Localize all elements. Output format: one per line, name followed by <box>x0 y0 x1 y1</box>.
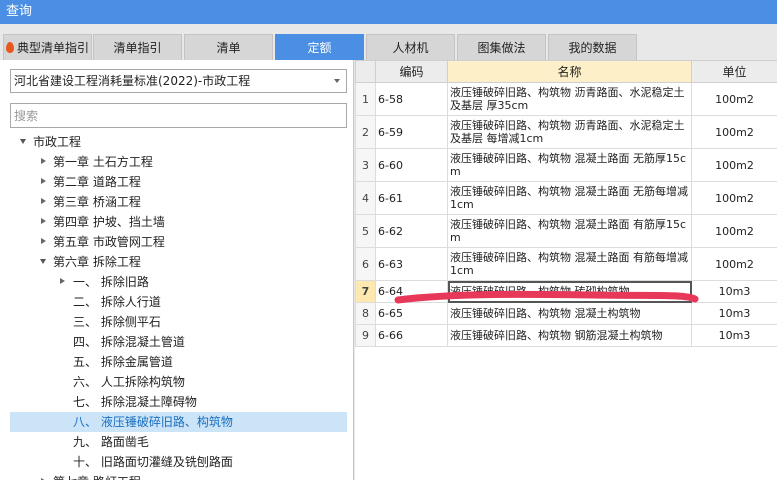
tree-node-section-9[interactable]: 九、 路面凿毛 <box>10 432 347 452</box>
code-cell[interactable]: 6-63 <box>375 247 448 281</box>
unit-cell[interactable]: 10m3 <box>691 324 777 347</box>
row-index: 3 <box>355 148 376 182</box>
collapse-arrow-icon[interactable] <box>37 152 49 172</box>
tree-node-section-5[interactable]: 五、 拆除金属管道 <box>10 352 347 372</box>
tree-node-section-7[interactable]: 七、 拆除混凝土障碍物 <box>10 392 347 412</box>
tree-node-section-3[interactable]: 三、 拆除侧平石 <box>10 312 347 332</box>
name-cell[interactable]: 液压锤破碎旧路、构筑物 钢筋混凝土构筑物 <box>447 324 692 347</box>
expand-arrow-icon[interactable] <box>37 252 49 272</box>
tree-node-chapter-6[interactable]: 第六章 拆除工程 <box>10 252 347 272</box>
code-cell[interactable]: 6-66 <box>375 324 448 347</box>
collapse-arrow-icon[interactable] <box>37 232 49 252</box>
table-row[interactable]: 2 6-59 液压锤破碎旧路、构筑物 沥青路面、水泥稳定土及基层 每增减1cm … <box>355 115 777 149</box>
code-cell[interactable]: 6-65 <box>375 302 448 325</box>
tree-node-section-6[interactable]: 六、 人工拆除构筑物 <box>10 372 347 392</box>
name-cell[interactable]: 液压锤破碎旧路、构筑物 混凝土路面 无筋每增减1cm <box>447 181 692 215</box>
name-cell[interactable]: 液压锤破碎旧路、构筑物 砖砌构筑物 <box>447 280 692 303</box>
collapse-arrow-icon[interactable] <box>37 172 49 192</box>
standard-select[interactable]: 河北省建设工程消耗量标准(2022)-市政工程 <box>10 69 347 93</box>
row-index: 5 <box>355 214 376 248</box>
row-index: 1 <box>355 82 376 116</box>
tab-quota[interactable]: 定额 <box>275 34 364 60</box>
code-cell[interactable]: 6-64 <box>375 280 448 303</box>
collapse-arrow-icon[interactable] <box>56 272 68 292</box>
tree-node-chapter-4[interactable]: 第四章 护坡、挡土墙 <box>10 212 347 232</box>
row-index: 7 <box>355 280 376 303</box>
name-cell[interactable]: 液压锤破碎旧路、构筑物 混凝土路面 有筋厚15cm <box>447 214 692 248</box>
unit-cell[interactable]: 100m2 <box>691 82 777 116</box>
tab-typical-bill-guide[interactable]: 典型清单指引 <box>3 34 92 60</box>
unit-cell[interactable]: 100m2 <box>691 181 777 215</box>
tree-node-chapter-2[interactable]: 第二章 道路工程 <box>10 172 347 192</box>
unit-cell[interactable]: 10m3 <box>691 280 777 303</box>
tab-bar: 典型清单指引 清单指引 清单 定额 人材机 图集做法 我的数据 <box>0 34 777 60</box>
table-row-current[interactable]: 7 6-64 液压锤破碎旧路、构筑物 砖砌构筑物 10m3 <box>355 280 777 303</box>
table-row[interactable]: 3 6-60 液压锤破碎旧路、构筑物 混凝土路面 无筋厚15cm 100m2 <box>355 148 777 182</box>
tree-node-section-4[interactable]: 四、 拆除混凝土管道 <box>10 332 347 352</box>
search-input[interactable] <box>10 103 347 128</box>
tree-node-municipal[interactable]: 市政工程 <box>10 132 347 152</box>
tree-node-section-8-selected[interactable]: 八、 液压锤破碎旧路、构筑物 <box>10 412 347 432</box>
unit-cell[interactable]: 100m2 <box>691 148 777 182</box>
column-header-unit[interactable]: 单位 <box>691 60 777 83</box>
quota-table: 编码 名称 单位 1 6-58 液压锤破碎旧路、构筑物 沥青路面、水泥稳定土及基… <box>355 60 777 347</box>
expand-arrow-icon[interactable] <box>17 132 29 152</box>
left-panel: 河北省建设工程消耗量标准(2022)-市政工程 市政工程 第一章 土石方工程 第… <box>0 60 354 480</box>
tab-bill-guide[interactable]: 清单指引 <box>93 34 182 60</box>
row-index: 2 <box>355 115 376 149</box>
quota-grid-panel: 编码 名称 单位 1 6-58 液压锤破碎旧路、构筑物 沥青路面、水泥稳定土及基… <box>355 60 777 480</box>
tab-bill[interactable]: 清单 <box>184 34 273 60</box>
collapse-arrow-icon[interactable] <box>37 212 49 232</box>
tree-node-section-2[interactable]: 二、 拆除人行道 <box>10 292 347 312</box>
tab-labor-material-machine[interactable]: 人材机 <box>366 34 455 60</box>
column-header-name[interactable]: 名称 <box>447 60 692 83</box>
tree-node-chapter-5[interactable]: 第五章 市政管网工程 <box>10 232 347 252</box>
row-index-header <box>355 60 376 83</box>
code-cell[interactable]: 6-62 <box>375 214 448 248</box>
tree-node-chapter-7[interactable]: 第七章 路灯工程 <box>10 472 347 480</box>
tree-node-section-1[interactable]: 一、 拆除旧路 <box>10 272 347 292</box>
row-index: 6 <box>355 247 376 281</box>
flame-icon <box>5 42 14 53</box>
tab-my-data[interactable]: 我的数据 <box>548 34 637 60</box>
row-index: 8 <box>355 302 376 325</box>
table-row[interactable]: 6 6-63 液压锤破碎旧路、构筑物 混凝土路面 有筋每增减1cm 100m2 <box>355 247 777 281</box>
standard-select-value: 河北省建设工程消耗量标准(2022)-市政工程 <box>14 74 251 88</box>
table-row[interactable]: 9 6-66 液压锤破碎旧路、构筑物 钢筋混凝土构筑物 10m3 <box>355 324 777 347</box>
row-index: 4 <box>355 181 376 215</box>
collapse-arrow-icon[interactable] <box>37 472 49 480</box>
name-cell[interactable]: 液压锤破碎旧路、构筑物 混凝土构筑物 <box>447 302 692 325</box>
unit-cell[interactable]: 10m3 <box>691 302 777 325</box>
name-cell[interactable]: 液压锤破碎旧路、构筑物 混凝土路面 有筋每增减1cm <box>447 247 692 281</box>
code-cell[interactable]: 6-58 <box>375 82 448 116</box>
column-header-code[interactable]: 编码 <box>375 60 448 83</box>
table-row[interactable]: 8 6-65 液压锤破碎旧路、构筑物 混凝土构筑物 10m3 <box>355 302 777 325</box>
tab-atlas-practice[interactable]: 图集做法 <box>457 34 546 60</box>
chevron-down-icon[interactable] <box>334 79 340 83</box>
tree-node-chapter-1[interactable]: 第一章 土石方工程 <box>10 152 347 172</box>
unit-cell[interactable]: 100m2 <box>691 247 777 281</box>
tree-node-section-10[interactable]: 十、 旧路面切灌缝及铣刨路面 <box>10 452 347 472</box>
unit-cell[interactable]: 100m2 <box>691 115 777 149</box>
name-cell[interactable]: 液压锤破碎旧路、构筑物 混凝土路面 无筋厚15cm <box>447 148 692 182</box>
row-index: 9 <box>355 324 376 347</box>
tree-node-chapter-3[interactable]: 第三章 桥涵工程 <box>10 192 347 212</box>
chapter-tree: 市政工程 第一章 土石方工程 第二章 道路工程 第三章 桥涵工程 第四章 护坡、… <box>0 132 352 480</box>
window-title: 查询 <box>0 0 777 24</box>
code-cell[interactable]: 6-60 <box>375 148 448 182</box>
name-cell[interactable]: 液压锤破碎旧路、构筑物 沥青路面、水泥稳定土及基层 厚35cm <box>447 82 692 116</box>
code-cell[interactable]: 6-59 <box>375 115 448 149</box>
table-row[interactable]: 1 6-58 液压锤破碎旧路、构筑物 沥青路面、水泥稳定土及基层 厚35cm 1… <box>355 82 777 116</box>
unit-cell[interactable]: 100m2 <box>691 214 777 248</box>
code-cell[interactable]: 6-61 <box>375 181 448 215</box>
name-cell[interactable]: 液压锤破碎旧路、构筑物 沥青路面、水泥稳定土及基层 每增减1cm <box>447 115 692 149</box>
table-row[interactable]: 5 6-62 液压锤破碎旧路、构筑物 混凝土路面 有筋厚15cm 100m2 <box>355 214 777 248</box>
collapse-arrow-icon[interactable] <box>37 192 49 212</box>
table-row[interactable]: 4 6-61 液压锤破碎旧路、构筑物 混凝土路面 无筋每增减1cm 100m2 <box>355 181 777 215</box>
